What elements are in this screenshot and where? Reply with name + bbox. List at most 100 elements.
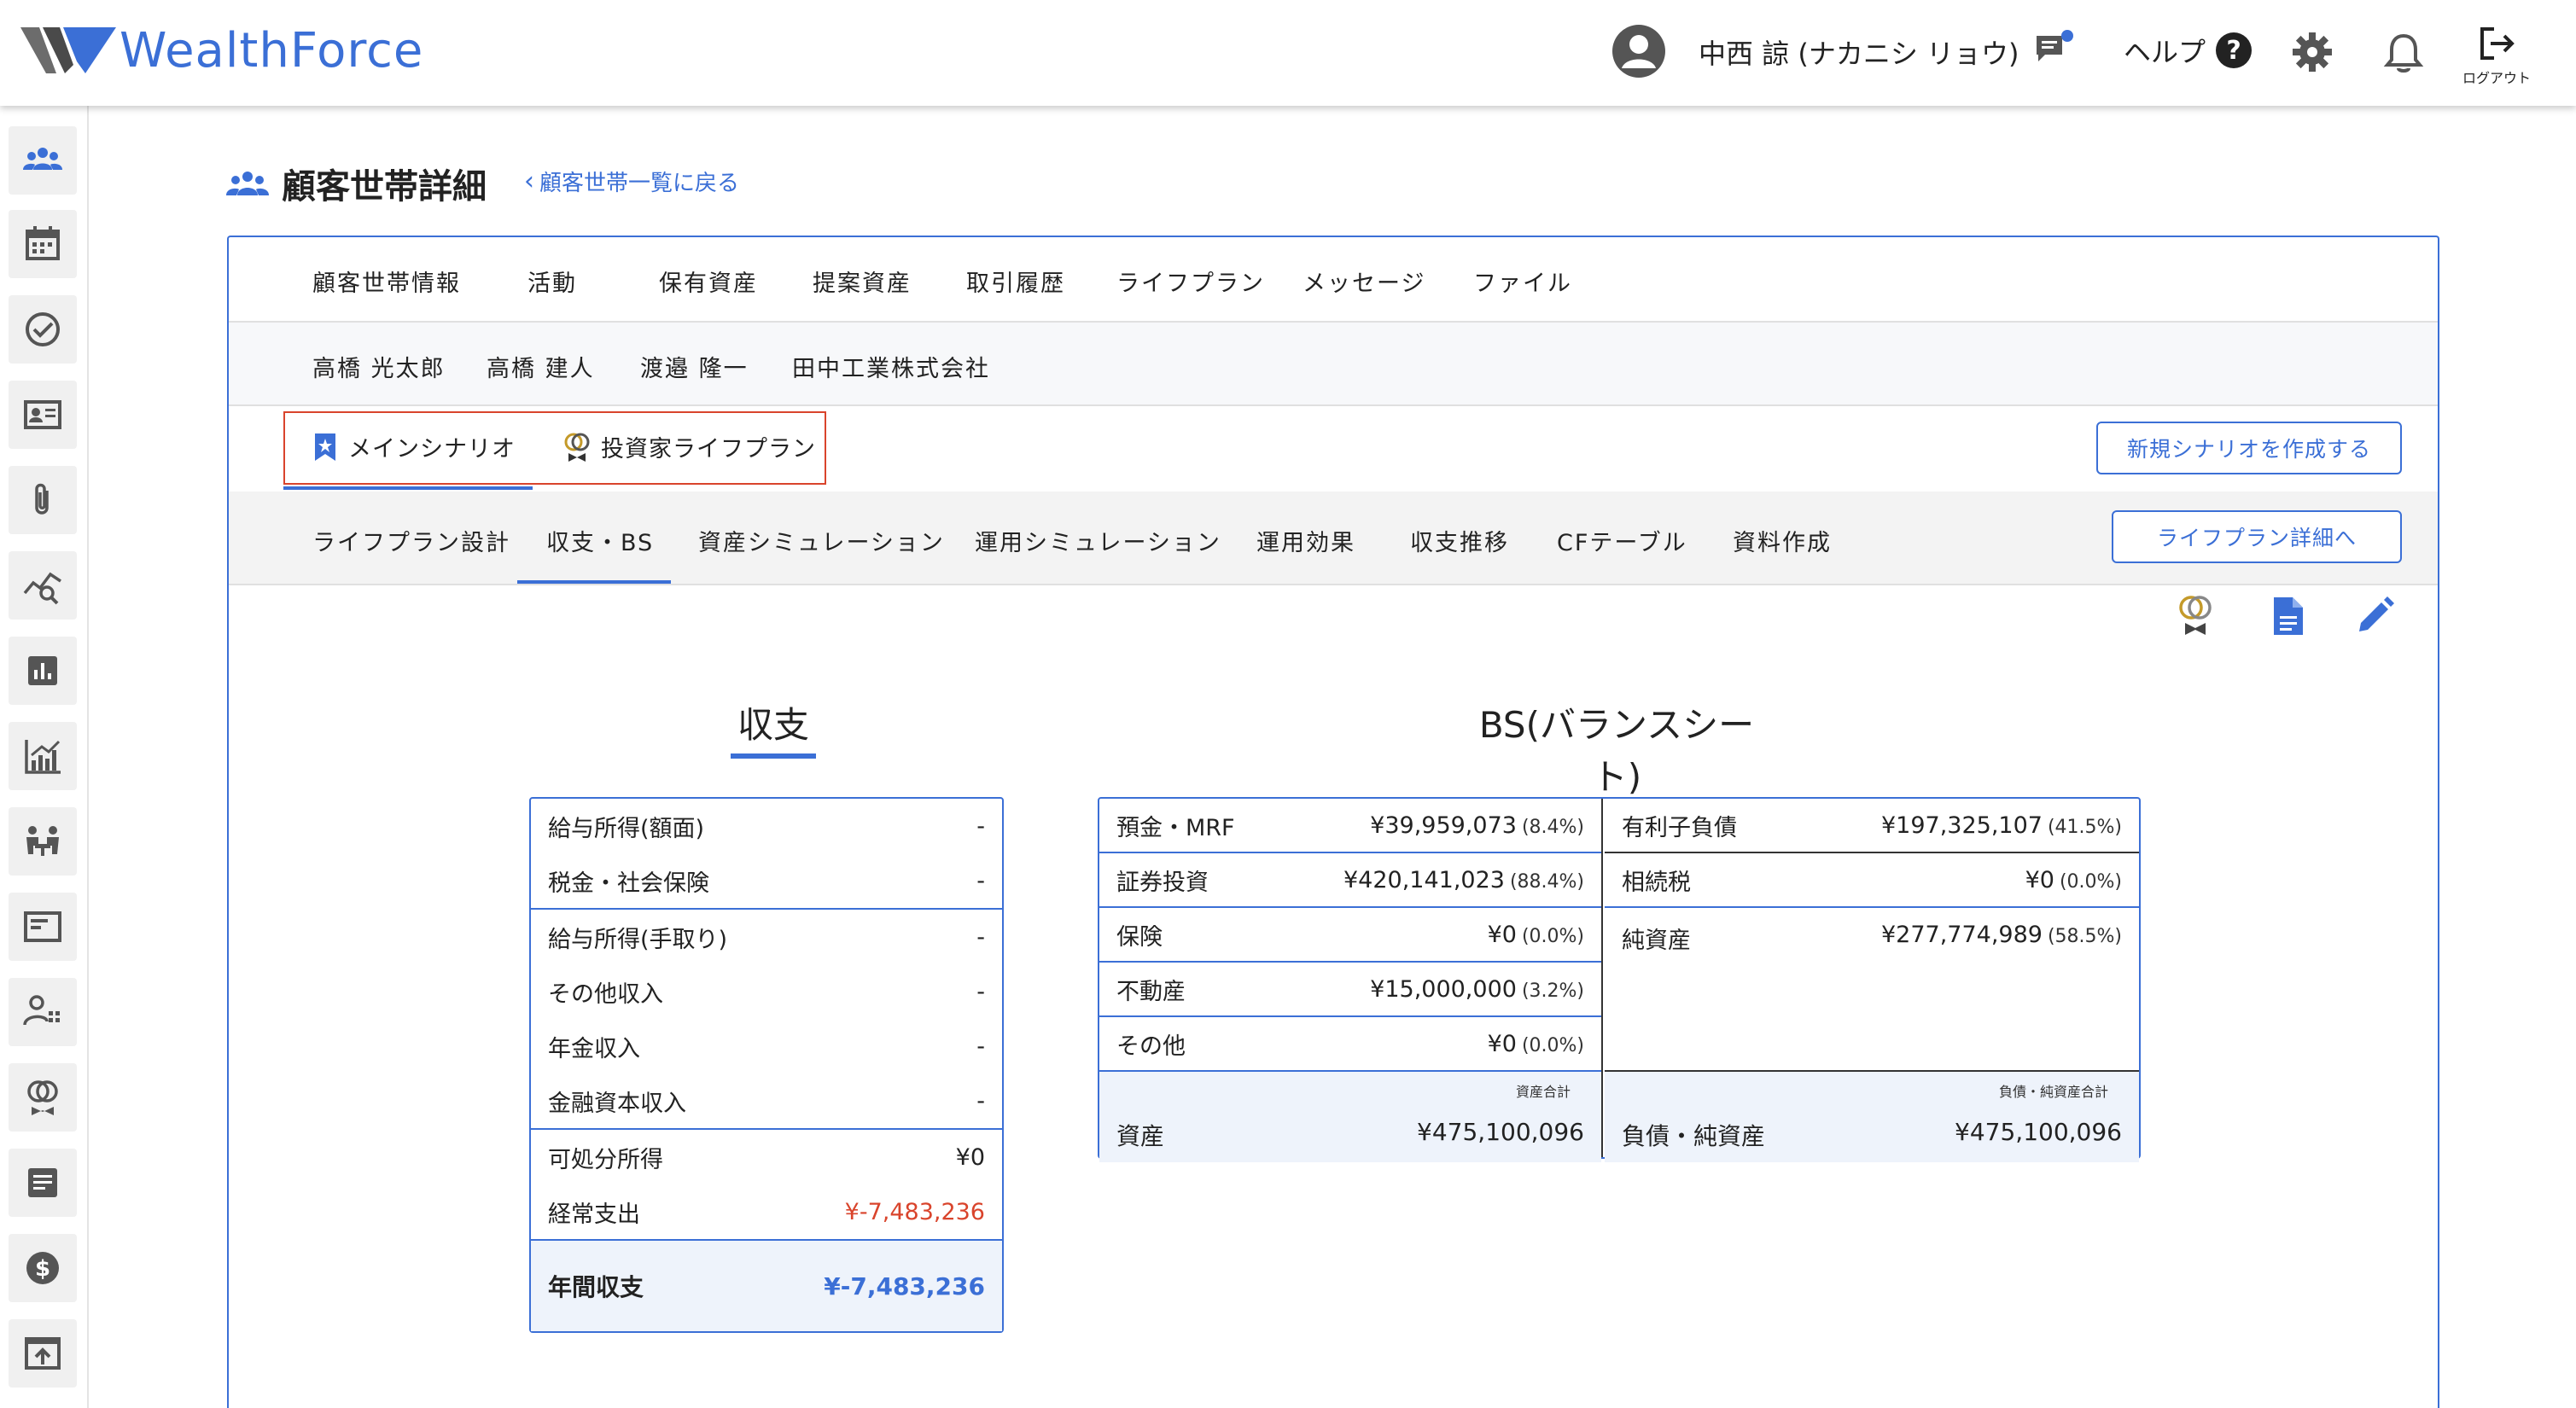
tab-member-2[interactable]: 高橋 建人 <box>487 350 595 383</box>
income-title-underline <box>731 753 816 759</box>
rings-ribbon-icon <box>27 1080 58 1115</box>
income-block-gross: 給与所得(額面) - 税金・社会保険 - <box>531 799 1002 910</box>
new-scenario-button[interactable]: 新規シナリオを作成する <box>2096 422 2402 474</box>
percent: (8.4%) <box>1521 816 1584 838</box>
tab-activity[interactable]: 活動 <box>527 265 577 298</box>
lifeplan-sub-tabs: ライフプラン設計 収支・BS 資産シミュレーション 運用シミュレーション 運用効… <box>229 492 2438 585</box>
amount: ¥15,000,000 <box>1370 975 1517 1003</box>
logout-button[interactable]: ログアウト <box>2458 24 2535 92</box>
row-value: ¥197,325,107 (41.5%) <box>1881 812 2122 839</box>
tab-cf-table[interactable]: CFテーブル <box>1557 524 1687 557</box>
sidebar-item-notes[interactable] <box>9 1149 77 1217</box>
chart-search-icon <box>23 572 61 605</box>
sidebar-item-attachments[interactable] <box>9 466 77 534</box>
bs-liabilities-column: 有利子負債 ¥197,325,107 (41.5%) 相続税 ¥0 (0.0%) 純資産… <box>1605 799 2139 1162</box>
meeting-icon <box>26 826 59 856</box>
bs-section-title: BS(バランスシート) <box>1454 696 1779 811</box>
sidebar-item-documents[interactable] <box>9 893 77 961</box>
tab-lifeplan[interactable]: ライフプラン <box>1089 265 1292 327</box>
document-icon[interactable] <box>2265 594 2310 638</box>
tab-messages[interactable]: メッセージ <box>1303 265 1425 298</box>
app-header: WealthForce 中西 諒 (ナカニシ リョウ) ヘルプ ? ログアウト <box>0 0 2576 106</box>
tab-lifeplan-design[interactable]: ライフプラン設計 <box>312 524 510 557</box>
help-label: ヘルプ <box>2124 36 2206 68</box>
total-label: 年間収支 <box>548 1273 644 1301</box>
bar-report-icon <box>28 656 57 685</box>
tab-income-bs[interactable]: 収支・BS <box>546 524 654 557</box>
tab-asset-simulation[interactable]: 資産シミュレーション <box>698 524 945 557</box>
user-name[interactable]: 中西 諒 (ナカニシ リョウ) <box>1699 32 2019 72</box>
svg-text:$: $ <box>35 1256 50 1282</box>
amount: ¥39,959,073 <box>1370 812 1517 839</box>
sidebar-item-performance[interactable] <box>9 722 77 790</box>
tab-member-3[interactable]: 渡邉 隆一 <box>640 350 749 383</box>
scenario-main[interactable]: メインシナリオ <box>312 430 516 463</box>
edit-pencil-icon[interactable] <box>2352 594 2397 638</box>
row-value: ¥0 (0.0%) <box>1488 1031 1584 1057</box>
help-button[interactable]: ヘルプ ? <box>2124 31 2253 70</box>
tab-household-info[interactable]: 顧客世帯情報 <box>312 265 461 298</box>
sub-tab-active-underline <box>517 580 671 584</box>
table-row: 給与所得(手取り) - <box>531 910 1002 964</box>
scenario-investor[interactable]: 投資家ライフプラン <box>562 430 816 463</box>
sidebar-item-billing[interactable]: $ <box>9 1234 77 1302</box>
sidebar-item-reports[interactable] <box>9 637 77 705</box>
row-label: 預金・MRF <box>1116 814 1235 841</box>
income-block-net: 給与所得(手取り) - その他収入 - 年金収入 - 金融資本収入 - <box>531 910 1002 1130</box>
liab-total-caption: 負債・純資産合計 <box>1998 1084 2108 1100</box>
total-value: ¥-7,483,236 <box>824 1271 985 1300</box>
message-icon[interactable] <box>2033 29 2076 72</box>
gear-icon[interactable] <box>2291 31 2334 73</box>
row-value: ¥0 <box>955 1143 985 1171</box>
percent: (3.2%) <box>1521 980 1584 1002</box>
user-avatar-icon[interactable] <box>1611 24 1666 79</box>
tab-holdings[interactable]: 保有資産 <box>659 265 758 298</box>
bell-icon[interactable] <box>2381 31 2426 75</box>
table-row: 可処分所得 ¥0 <box>531 1130 1002 1184</box>
member-tabs: 高橋 光太郎 高橋 建人 渡邉 隆一 田中工業株式会社 <box>229 323 2438 412</box>
row-label: その他収入 <box>548 980 663 1008</box>
sidebar-item-households[interactable] <box>9 126 77 195</box>
sidebar-item-lifeplan[interactable] <box>9 1063 77 1132</box>
tab-proposals[interactable]: 提案資産 <box>813 265 912 298</box>
tab-investment-effect[interactable]: 運用効果 <box>1256 524 1355 557</box>
tab-investment-simulation[interactable]: 運用シミュレーション <box>975 524 1221 557</box>
sidebar-item-users[interactable] <box>9 978 77 1046</box>
row-value: ¥277,774,989 (58.5%) <box>1881 922 2122 948</box>
sidebar-item-analysis[interactable] <box>9 551 77 620</box>
tab-materials[interactable]: 資料作成 <box>1733 524 1832 557</box>
tab-member-1[interactable]: 高橋 光太郎 <box>285 350 473 412</box>
note-icon <box>28 1168 57 1197</box>
table-row: 経常支出 ¥-7,483,236 <box>531 1184 1002 1239</box>
wealthforce-logo[interactable]: WealthForce <box>20 22 423 79</box>
chevron-left-icon: ‹ <box>524 166 534 196</box>
sidebar-item-meetings[interactable] <box>9 807 77 876</box>
row-label: 純資産 <box>1622 928 1691 954</box>
row-label: 可処分所得 <box>548 1146 663 1173</box>
back-to-list-link[interactable]: ‹ 顧客世帯一覧に戻る <box>524 166 739 197</box>
sidebar-item-upload[interactable] <box>9 1319 77 1388</box>
row-label: 保険 <box>1116 923 1163 951</box>
row-value: - <box>976 978 985 1005</box>
lifeplan-detail-button[interactable]: ライフプラン詳細へ <box>2112 510 2402 563</box>
sidebar-item-tasks[interactable] <box>9 295 77 364</box>
check-circle-icon <box>26 312 60 346</box>
income-block-disposable: 可処分所得 ¥0 経常支出 ¥-7,483,236 <box>531 1130 1002 1241</box>
scenario-investor-label: 投資家ライフプラン <box>601 436 816 463</box>
paperclip-icon <box>35 483 49 515</box>
row-value: ¥0 (0.0%) <box>2025 867 2122 893</box>
tab-transactions[interactable]: 取引履歴 <box>966 265 1065 298</box>
tab-income-trend[interactable]: 収支推移 <box>1410 524 1509 557</box>
table-row: 税金・社会保険 - <box>531 853 1002 908</box>
row-label: 税金・社会保険 <box>548 870 709 897</box>
scenario-active-underline <box>283 486 533 490</box>
logo-mark-icon <box>20 27 116 73</box>
tab-files[interactable]: ファイル <box>1473 265 1572 298</box>
amount: ¥0 <box>1487 1030 1517 1057</box>
sidebar-item-calendar[interactable] <box>9 210 77 278</box>
sidebar-item-contacts[interactable] <box>9 381 77 449</box>
tab-member-company[interactable]: 田中工業株式会社 <box>792 350 990 383</box>
logout-label: ログアウト <box>2462 70 2531 86</box>
rings-ribbon-icon[interactable] <box>2173 592 2218 637</box>
amount: ¥0 <box>2025 866 2054 893</box>
